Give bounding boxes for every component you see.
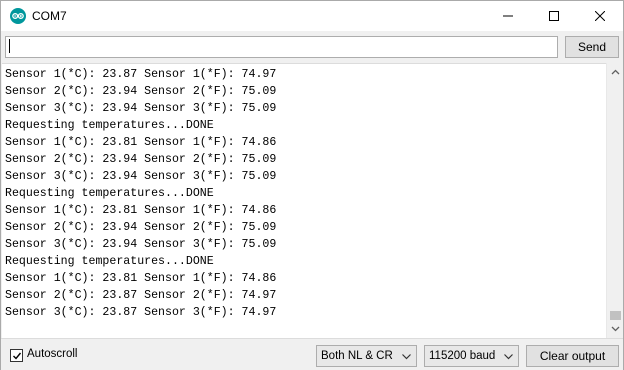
output-line: Sensor 1(*C): 23.81 Sensor 1(*F): 74.86 [5, 204, 277, 217]
close-icon [595, 11, 605, 21]
output-line: Sensor 3(*C): 23.94 Sensor 3(*F): 75.09 [5, 102, 277, 115]
text-caret [9, 39, 10, 53]
scrollbar-thumb[interactable] [610, 311, 621, 320]
send-row: Send [1, 31, 623, 63]
output-line: Sensor 1(*C): 23.81 Sensor 1(*F): 74.86 [5, 272, 277, 285]
output-line: Requesting temperatures...DONE [5, 255, 214, 268]
vertical-scrollbar[interactable] [606, 63, 623, 338]
scroll-up-button[interactable] [607, 65, 624, 79]
status-bar: Autoscroll Both NL & CR 115200 baud Clea… [1, 338, 623, 370]
autoscroll-label: Autoscroll [27, 348, 78, 360]
output-line: Sensor 3(*C): 23.94 Sensor 3(*F): 75.09 [5, 170, 277, 183]
chevron-down-icon [504, 354, 513, 360]
serial-input[interactable] [5, 36, 558, 58]
output-line: Sensor 1(*C): 23.81 Sensor 1(*F): 74.86 [5, 136, 277, 149]
output-line: Sensor 1(*C): 23.87 Sensor 1(*F): 74.97 [5, 68, 277, 81]
scroll-down-button[interactable] [607, 322, 624, 336]
autoscroll-checkbox[interactable] [10, 349, 23, 362]
window-title: COM7 [32, 9, 67, 23]
minimize-button[interactable] [485, 1, 531, 31]
chevron-up-icon [611, 69, 620, 75]
output-line: Sensor 2(*C): 23.94 Sensor 2(*F): 75.09 [5, 153, 277, 166]
baud-rate-select[interactable]: 115200 baud [424, 345, 519, 367]
output-line: Sensor 2(*C): 23.94 Sensor 2(*F): 75.09 [5, 221, 277, 234]
output-line: Requesting temperatures...DONE [5, 119, 214, 132]
minimize-icon [503, 15, 513, 17]
output-line: Sensor 3(*C): 23.94 Sensor 3(*F): 75.09 [5, 238, 277, 251]
clear-output-button[interactable]: Clear output [526, 345, 619, 367]
line-ending-select[interactable]: Both NL & CR [316, 345, 417, 367]
output-line: Sensor 3(*C): 23.87 Sensor 3(*F): 74.97 [5, 306, 277, 319]
send-button[interactable]: Send [565, 36, 619, 58]
chevron-down-icon [402, 354, 411, 360]
title-bar: COM7 [1, 1, 623, 31]
maximize-button[interactable] [531, 1, 577, 31]
output-line: Requesting temperatures...DONE [5, 187, 214, 200]
baud-rate-value: 115200 baud [429, 350, 496, 362]
serial-monitor-window: COM7 Send Sensor 1(*C): 23.87 Sensor 1(*… [0, 0, 624, 370]
maximize-icon [549, 11, 559, 21]
output-line: Sensor 2(*C): 23.94 Sensor 2(*F): 75.09 [5, 85, 277, 98]
output-line: Sensor 2(*C): 23.87 Sensor 2(*F): 74.97 [5, 289, 277, 302]
chevron-down-icon [611, 326, 620, 332]
line-ending-value: Both NL & CR [321, 350, 393, 362]
arduino-icon [10, 8, 26, 24]
close-button[interactable] [577, 1, 623, 31]
serial-output[interactable]: Sensor 1(*C): 23.87 Sensor 1(*F): 74.97 … [2, 63, 606, 338]
checkmark-icon [13, 352, 22, 360]
